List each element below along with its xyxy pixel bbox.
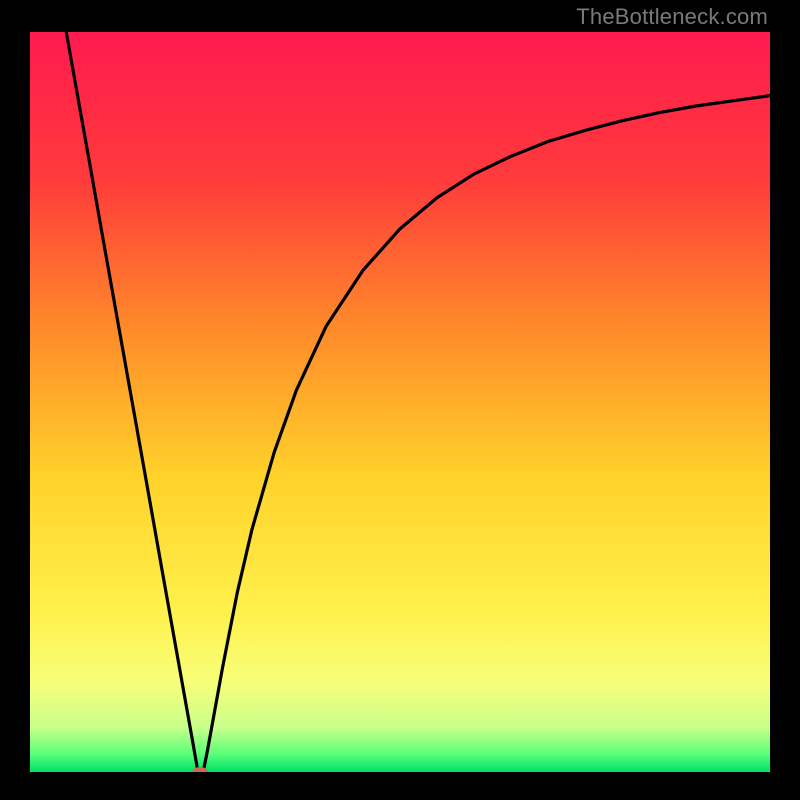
attribution-text: TheBottleneck.com bbox=[576, 4, 768, 30]
chart-frame bbox=[30, 32, 770, 772]
chart-svg bbox=[30, 32, 770, 772]
chart-background bbox=[30, 32, 770, 772]
